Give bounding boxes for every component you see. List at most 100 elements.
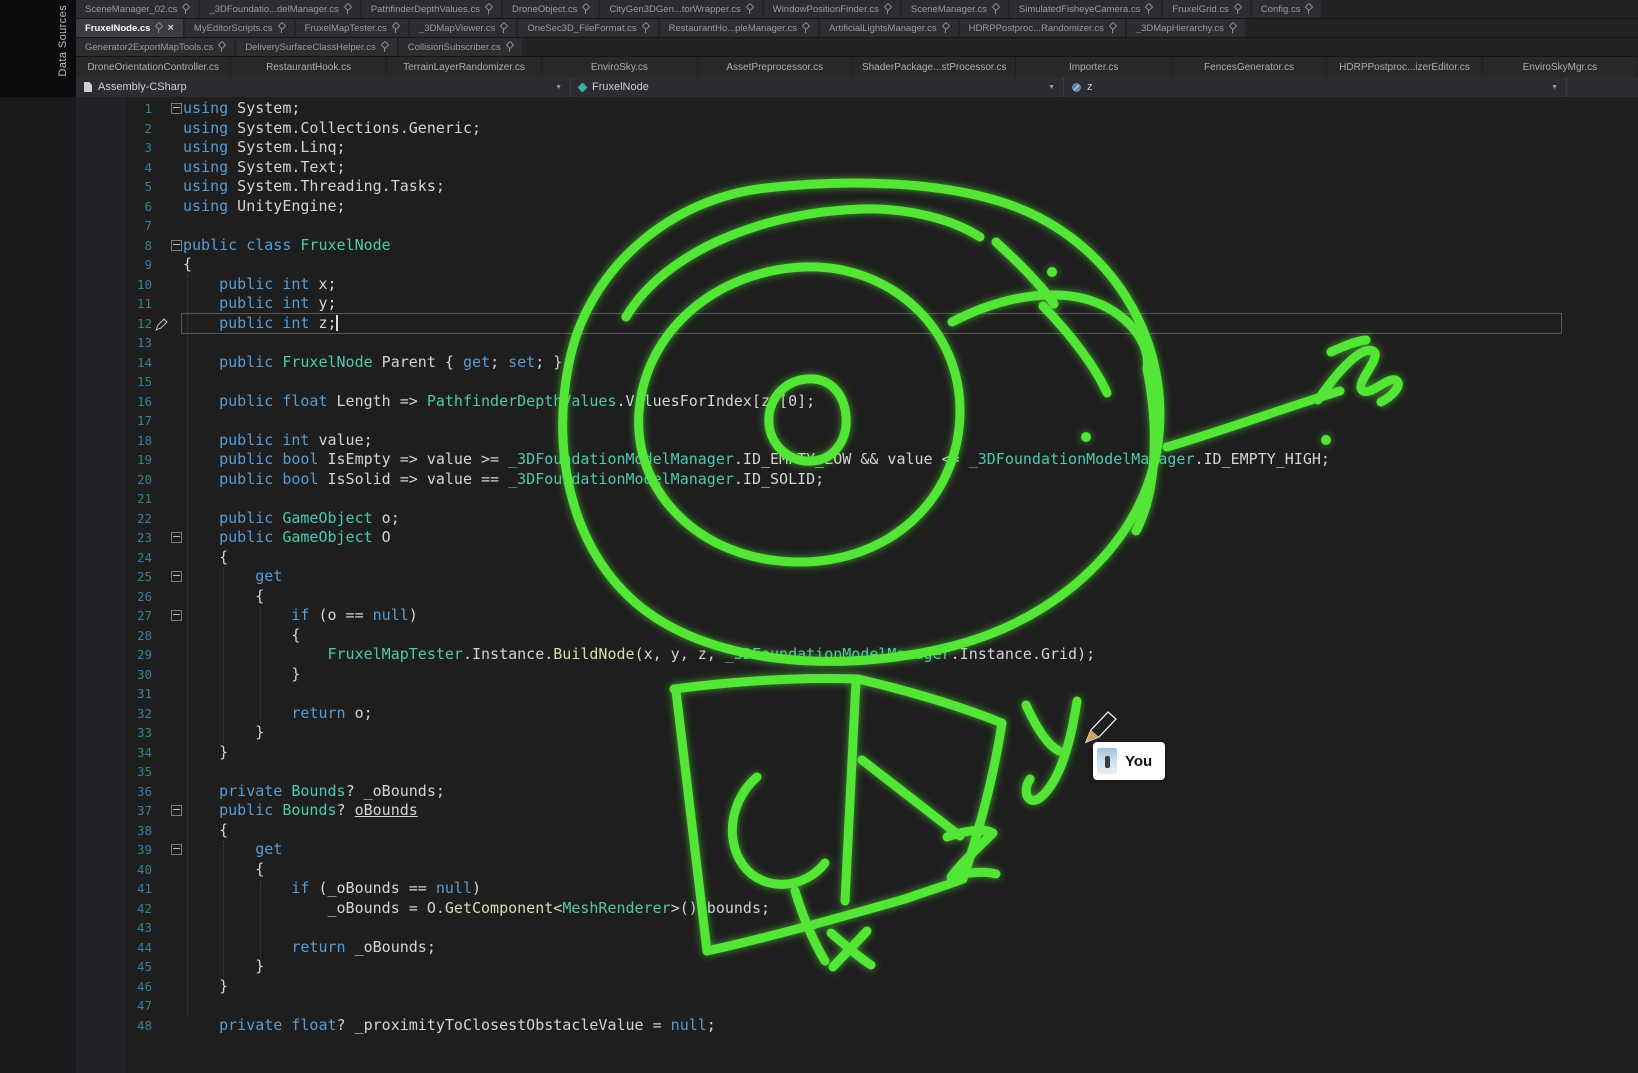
tab-label: FruxelNode.cs — [85, 23, 150, 34]
indicator-margin[interactable] — [76, 97, 126, 1073]
pin-icon[interactable] — [746, 4, 753, 14]
pin-icon[interactable] — [642, 23, 649, 33]
pin-icon[interactable] — [1229, 23, 1236, 33]
tab[interactable]: SceneManager.cs — [902, 0, 1008, 18]
pin-icon[interactable] — [1145, 4, 1152, 14]
tab-label: _3DFoundatio...delManager.cs — [209, 4, 338, 15]
pin-icon[interactable] — [500, 23, 507, 33]
member-dropdown[interactable]: z ▼ — [1064, 77, 1567, 97]
code-line: } — [183, 723, 1330, 743]
pin-icon[interactable] — [802, 23, 809, 33]
tab[interactable]: HDRPPostproc...izerEditor.cs — [1327, 57, 1482, 77]
project-dropdown[interactable]: Assembly-CSharp ▼ — [76, 77, 571, 97]
tab[interactable]: Config.cs — [1252, 0, 1322, 18]
tab[interactable]: EnviroSkyMgr.cs — [1483, 57, 1638, 77]
tab[interactable]: Importer.cs — [1016, 57, 1171, 77]
tab[interactable]: MyEditorScripts.cs — [185, 19, 294, 37]
tab[interactable]: TerrainLayerRandomizer.cs — [387, 57, 542, 77]
tab-label: FruxelMapTester.cs — [305, 23, 387, 34]
tab[interactable]: FruxelMapTester.cs — [296, 19, 408, 37]
tab[interactable]: RestaurantHook.cs — [231, 57, 386, 77]
member-name: z — [1087, 81, 1093, 93]
tab[interactable]: DroneOrientationController.cs — [76, 57, 231, 77]
tab[interactable]: CityGen3DGen...torWrapper.cs — [600, 0, 761, 18]
pin-icon[interactable] — [992, 4, 999, 14]
pin-icon[interactable] — [278, 23, 285, 33]
tab-label: ShaderPackage...stProcessor.cs — [862, 62, 1007, 73]
tab[interactable]: CollisionSubscriber.cs — [399, 38, 522, 56]
tab-label: MyEditorScripts.cs — [194, 23, 273, 34]
data-sources-vertical-tab[interactable]: Data Sources — [57, 5, 69, 76]
tab[interactable]: HDRPPostproc...Randomizer.cs — [960, 19, 1125, 37]
csharp-project-icon — [84, 82, 92, 92]
fold-collapse-box[interactable] — [171, 571, 182, 582]
tab-label: WindowPositionFinder.cs — [773, 4, 879, 15]
line-number: 43 — [126, 918, 152, 938]
code-line: { — [183, 860, 1330, 880]
tab[interactable]: DeliverySurfaceClassHelper.cs — [236, 38, 396, 56]
class-icon — [578, 82, 588, 92]
pin-icon[interactable] — [381, 42, 388, 52]
line-number: 32 — [126, 704, 152, 724]
pin-icon[interactable] — [942, 23, 949, 33]
pin-icon[interactable] — [1305, 4, 1312, 14]
pin-icon[interactable] — [344, 4, 351, 14]
code-editor[interactable]: 1234567891011121314151617181920212223242… — [76, 97, 1638, 1073]
tab[interactable]: Generator2ExportMapTools.cs — [76, 38, 234, 56]
pin-icon[interactable] — [218, 42, 225, 52]
pin-icon[interactable] — [1109, 23, 1116, 33]
tab[interactable]: FruxelGrid.cs — [1163, 0, 1249, 18]
tab[interactable]: PathfinderDepthValues.cs — [362, 0, 501, 18]
tab[interactable]: ShaderPackage...stProcessor.cs — [853, 57, 1017, 77]
line-number: 29 — [126, 645, 152, 665]
edit-marker-pencil-icon — [155, 316, 168, 329]
pin-icon[interactable] — [884, 4, 891, 14]
tab[interactable]: _3DMapHierarchy.cs — [1127, 19, 1245, 37]
tab-active[interactable]: FruxelNode.cs × — [76, 19, 183, 37]
tab[interactable]: _3DFoundatio...delManager.cs — [200, 0, 359, 18]
fold-collapse-box[interactable] — [171, 532, 182, 543]
fold-collapse-box[interactable] — [171, 240, 182, 251]
pin-icon[interactable] — [1234, 4, 1241, 14]
close-icon[interactable]: × — [167, 23, 173, 33]
tab[interactable]: RestaurantHo...pleManager.cs — [660, 19, 818, 37]
tab[interactable]: DroneObject.cs — [503, 0, 598, 18]
code-line: using UnityEngine; — [183, 197, 1330, 217]
pin-icon[interactable] — [392, 23, 399, 33]
pin-icon[interactable] — [582, 4, 589, 14]
tab[interactable]: ArtificialLightsManager.cs — [820, 19, 958, 37]
type-dropdown[interactable]: FruxelNode ▼ — [571, 77, 1064, 97]
tab-label: DroneObject.cs — [512, 4, 577, 15]
fold-collapse-box[interactable] — [171, 844, 182, 855]
code-line — [183, 372, 1330, 392]
tab[interactable]: SimulatedFisheyeCamera.cs — [1010, 0, 1161, 18]
pin-icon[interactable] — [182, 4, 189, 14]
code-line: using System.Threading.Tasks; — [183, 177, 1330, 197]
open-documents-row: DroneOrientationController.csRestaurantH… — [76, 57, 1638, 78]
code-line: public int x; — [183, 275, 1330, 295]
fold-collapse-box[interactable] — [171, 805, 182, 816]
code-text[interactable]: using System;using System.Collections.Ge… — [183, 99, 1330, 1035]
line-number: 33 — [126, 723, 152, 743]
pin-icon[interactable] — [506, 42, 513, 52]
tab[interactable]: EnviroSky.cs — [542, 57, 697, 77]
tab[interactable]: WindowPositionFinder.cs — [764, 0, 900, 18]
code-line — [183, 216, 1330, 236]
pinned-tabs-row-1: SceneManager_02.cs _3DFoundatio...delMana… — [76, 0, 1638, 19]
tab[interactable]: FencesGenerator.cs — [1172, 57, 1327, 77]
line-number: 21 — [126, 489, 152, 509]
tab[interactable]: SceneManager_02.cs — [76, 0, 198, 18]
document-tab-strip: SceneManager_02.cs _3DFoundatio...delMana… — [76, 0, 1638, 77]
fold-collapse-box[interactable] — [171, 103, 182, 114]
pin-icon[interactable] — [155, 23, 162, 33]
tab[interactable]: OneSec3D_FileFormat.cs — [518, 19, 657, 37]
fold-collapse-box[interactable] — [171, 610, 182, 621]
presence-name: You — [1125, 753, 1152, 770]
tab-label: Generator2ExportMapTools.cs — [85, 42, 213, 53]
tab[interactable]: _3DMapViewer.cs — [410, 19, 516, 37]
line-number: 45 — [126, 957, 152, 977]
tab-label: EnviroSky.cs — [591, 62, 648, 73]
pinned-tabs-row-2: FruxelNode.cs × MyEditorScripts.cs FruxelMa… — [76, 19, 1638, 38]
tab[interactable]: AssetPreprocessor.cs — [698, 57, 853, 77]
pin-icon[interactable] — [485, 4, 492, 14]
